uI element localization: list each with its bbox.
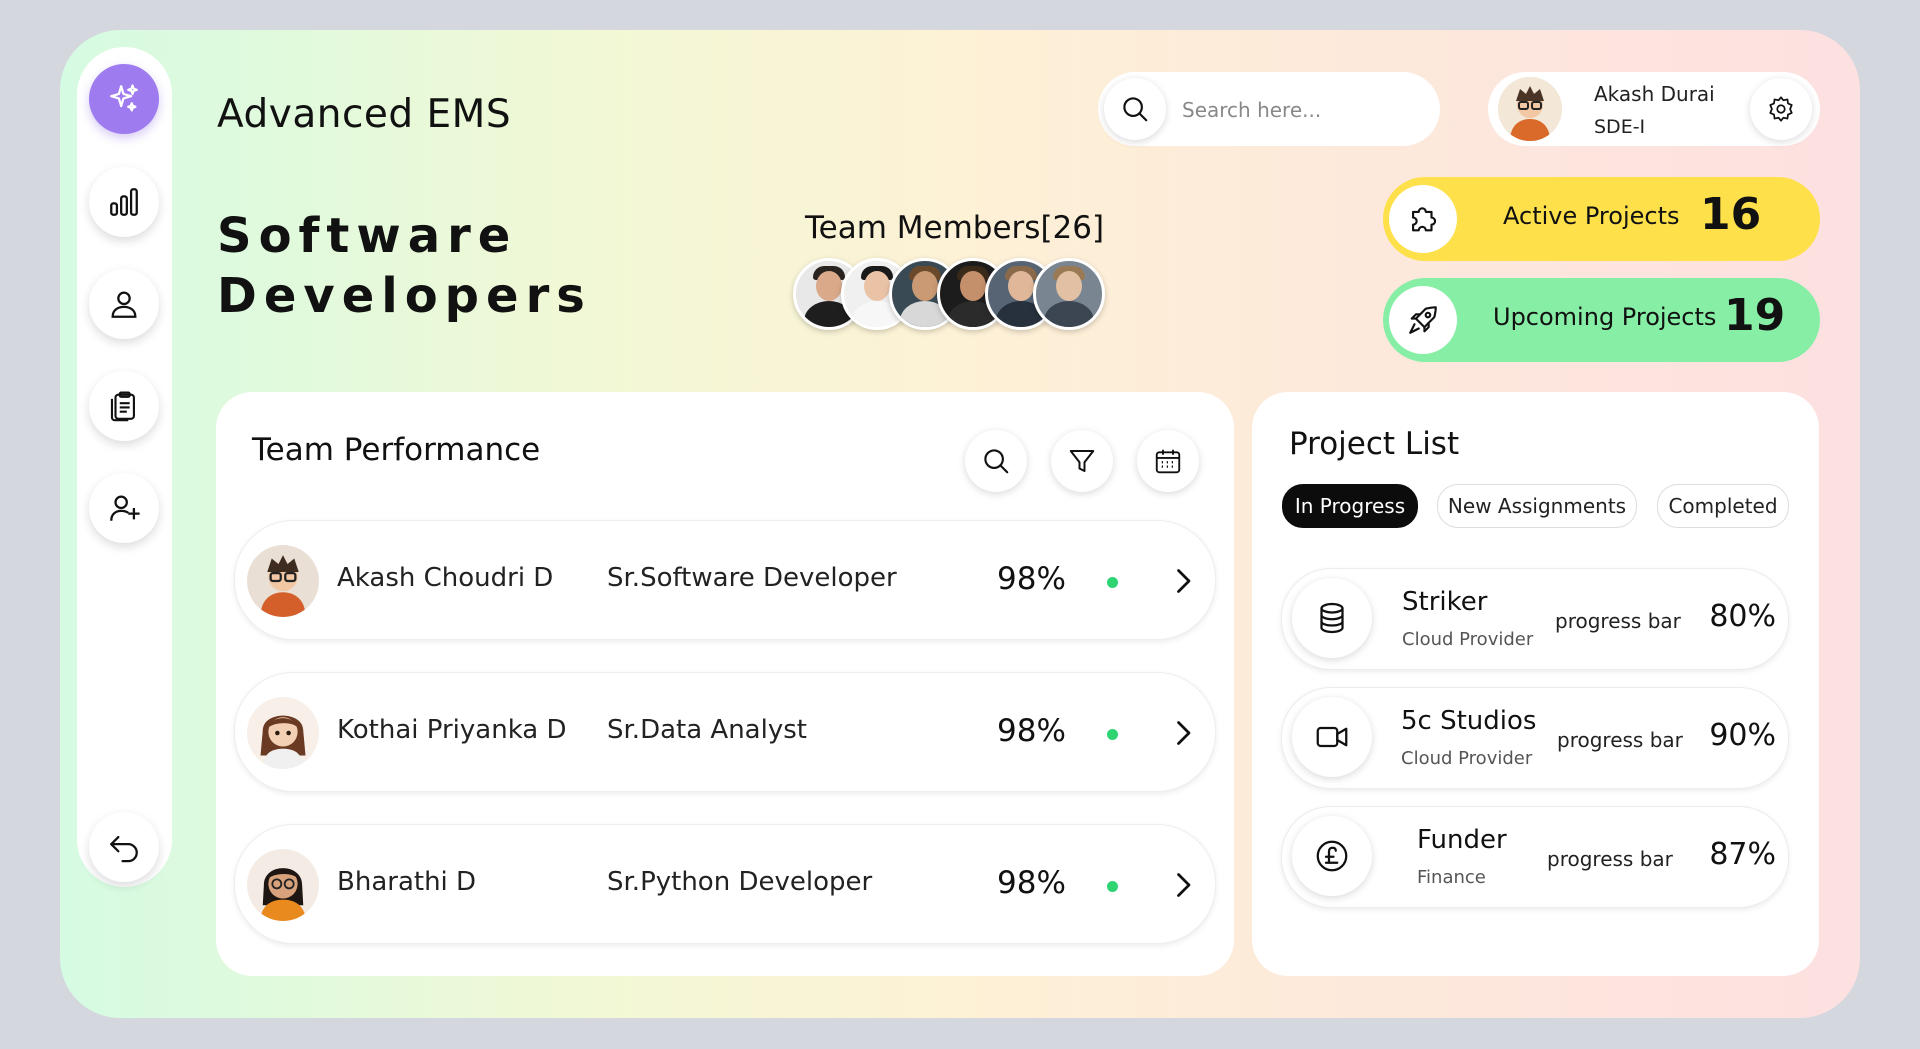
project-progress-label: progress bar [1557, 728, 1683, 752]
sidebar-item-analytics[interactable] [89, 167, 159, 237]
calendar-icon [1155, 449, 1181, 474]
dashboard-frame: Advanced EMS Software Developers Team Me… [60, 30, 1860, 1018]
performance-search-button[interactable] [965, 430, 1027, 492]
rocket-icon-wrap [1389, 286, 1457, 354]
project-icon-wrap [1292, 578, 1372, 658]
settings-button[interactable] [1750, 78, 1812, 140]
search-button[interactable] [1104, 78, 1166, 140]
status-dot [1107, 577, 1118, 588]
back-button[interactable] [89, 812, 159, 882]
table-row[interactable]: Akash Choudri D Sr.Software Developer 98… [234, 520, 1216, 640]
project-name: Striker [1402, 587, 1488, 617]
member-role: Sr.Software Developer [607, 563, 897, 593]
rocket-icon [1409, 306, 1437, 334]
member-role: Sr.Data Analyst [607, 715, 807, 745]
team-avatar[interactable] [1033, 258, 1105, 330]
gear-icon [1769, 96, 1793, 122]
profile-name: Akash Durai [1594, 82, 1715, 106]
sidebar-item-tasks[interactable] [89, 371, 159, 441]
upcoming-projects-value: 19 [1724, 290, 1786, 341]
project-name: 5c Studios [1401, 706, 1537, 736]
project-item[interactable]: Funder Finance progress bar 87% [1281, 806, 1789, 908]
project-name: Funder [1417, 825, 1507, 855]
database-icon [1320, 602, 1344, 634]
project-progress-value: 90% [1709, 718, 1776, 753]
table-row[interactable]: Bharathi D Sr.Python Developer 98% [234, 824, 1216, 944]
search-input[interactable] [1180, 92, 1424, 128]
user-plus-icon [110, 495, 140, 521]
page-title-line-1: Software [217, 208, 518, 264]
user-profile[interactable]: Akash Durai SDE-I [1488, 72, 1820, 146]
active-projects-label: Active Projects [1503, 202, 1680, 230]
table-row[interactable]: Kothai Priyanka D Sr.Data Analyst 98% [234, 672, 1216, 792]
team-performance-card: Team Performance Akash Choudri D Sr.Soft… [216, 392, 1234, 976]
avatar-image [247, 697, 319, 769]
project-list-title: Project List [1289, 426, 1460, 462]
sidebar-item-add-user[interactable] [89, 473, 159, 543]
chevron-right-icon[interactable] [1165, 563, 1201, 599]
member-performance: 98% [997, 713, 1066, 749]
project-progress-label: progress bar [1555, 609, 1681, 633]
project-progress-value: 80% [1709, 599, 1776, 634]
profile-role: SDE-I [1594, 116, 1646, 138]
page-title: Software Developers [217, 206, 592, 326]
performance-filter-button[interactable] [1051, 430, 1113, 492]
status-dot [1107, 729, 1118, 740]
upcoming-projects-card[interactable]: Upcoming Projects 19 [1383, 278, 1820, 362]
avatar [247, 849, 319, 921]
project-icon-wrap [1292, 697, 1372, 777]
member-name: Kothai Priyanka D [337, 715, 567, 745]
avatar-image [1498, 77, 1562, 141]
project-category: Finance [1417, 867, 1486, 888]
pound-icon [1316, 840, 1348, 872]
sparkles-icon [110, 84, 138, 112]
project-progress-value: 87% [1709, 837, 1776, 872]
filter-icon [1069, 450, 1095, 472]
avatar [247, 545, 319, 617]
project-item[interactable]: Striker Cloud Provider progress bar 80% [1281, 568, 1789, 670]
chevron-right-icon[interactable] [1165, 867, 1201, 903]
user-icon [111, 291, 137, 318]
performance-calendar-button[interactable] [1137, 430, 1199, 492]
undo-icon [110, 835, 138, 863]
team-members-label: Team Members[26] [805, 210, 1105, 246]
sidebar [77, 47, 172, 887]
member-role: Sr.Python Developer [607, 867, 873, 897]
search-icon [984, 449, 1009, 474]
sidebar-item-profile[interactable] [89, 269, 159, 339]
project-category: Cloud Provider [1401, 748, 1533, 769]
app-title: Advanced EMS [217, 92, 512, 137]
active-projects-value: 16 [1700, 189, 1762, 240]
tab-new-assignments[interactable]: New Assignments [1437, 484, 1637, 528]
member-performance: 98% [997, 561, 1066, 597]
avatar-image [247, 545, 319, 617]
page-title-line-2: Developers [217, 268, 592, 324]
tab-in-progress[interactable]: In Progress [1282, 484, 1418, 528]
member-performance: 98% [997, 865, 1066, 901]
sidebar-item-home[interactable] [89, 64, 159, 134]
status-dot [1107, 881, 1118, 892]
project-progress-label: progress bar [1547, 847, 1673, 871]
project-category: Cloud Provider [1402, 629, 1534, 650]
tab-completed[interactable]: Completed [1657, 484, 1789, 528]
puzzle-icon-wrap [1389, 185, 1457, 253]
upcoming-projects-label: Upcoming Projects [1493, 303, 1717, 331]
project-list-card: Project List In Progress New Assignments… [1252, 392, 1819, 976]
search-icon [1123, 97, 1148, 122]
puzzle-icon [1412, 207, 1437, 232]
member-name: Bharathi D [337, 867, 477, 897]
video-icon [1316, 726, 1348, 748]
bar-chart-icon [110, 188, 138, 216]
active-projects-card[interactable]: Active Projects 16 [1383, 177, 1820, 261]
project-icon-wrap [1292, 816, 1372, 896]
chevron-right-icon[interactable] [1165, 715, 1201, 751]
team-performance-title: Team Performance [252, 432, 541, 468]
project-item[interactable]: 5c Studios Cloud Provider progress bar 9… [1281, 687, 1789, 789]
search-bar [1098, 72, 1440, 146]
avatar-image [247, 849, 319, 921]
clipboard-icon [110, 391, 135, 422]
member-name: Akash Choudri D [337, 563, 554, 593]
avatar [1498, 77, 1562, 141]
avatar [247, 697, 319, 769]
